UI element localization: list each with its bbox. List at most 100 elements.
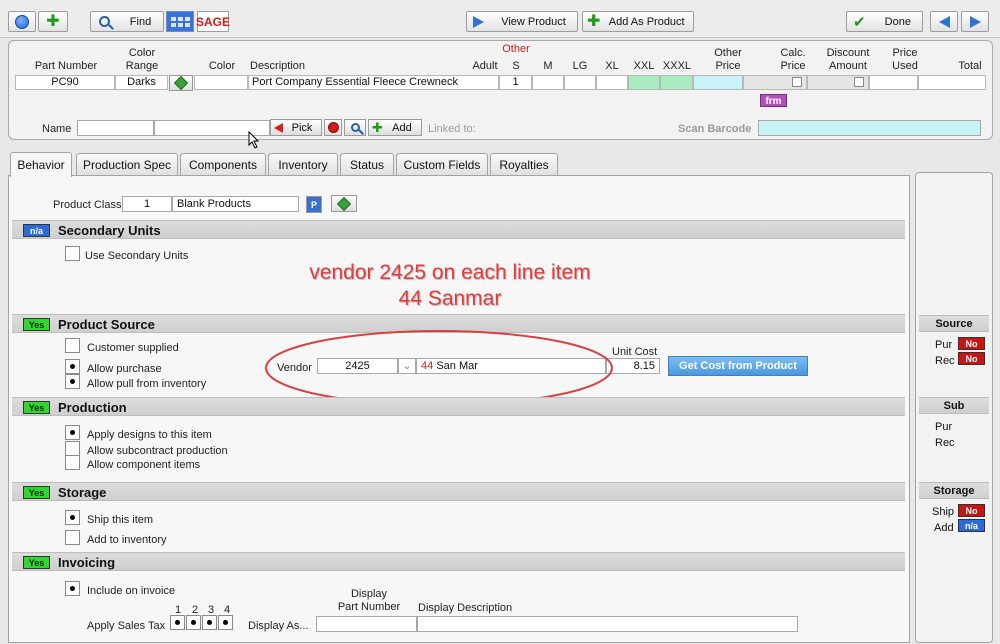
plus-icon: ✚ [46,12,60,30]
size-xxl-field[interactable] [628,75,660,90]
tab-components[interactable]: Components [180,153,266,175]
discount-amount-field[interactable] [807,75,869,90]
allow-subcontract-checkbox[interactable] [65,441,80,456]
allow-purchase-checkbox[interactable] [65,359,80,374]
header-other-price: Other Price [714,47,742,72]
size-m-field[interactable] [532,75,564,90]
side-storage-ship-badge[interactable]: No [958,504,985,517]
production-title: Production [58,400,127,415]
product-class-name-field[interactable]: Blank Products [172,196,299,212]
allow-component-checkbox[interactable] [65,455,80,470]
header-s: S [512,60,520,72]
display-part-number-field[interactable] [316,616,417,632]
add-as-product-button[interactable]: ✚ Add As Product [582,11,694,32]
cursor-shape [248,131,260,149]
production-section: Yes Production [12,397,905,416]
find-button[interactable]: Find [90,11,164,32]
side-source-rec-badge[interactable]: No [958,352,985,365]
allow-purchase-label: Allow purchase [87,363,162,375]
side-storage-ship-label: Ship [932,506,955,518]
view-product-button[interactable]: View Product [466,11,578,32]
get-cost-from-product-button[interactable]: Get Cost from Product [668,356,808,376]
size-s-field[interactable]: 1 [499,75,532,90]
part-number-field[interactable]: PC90 [15,75,115,90]
arrow-left-icon [274,122,283,133]
side-source-pur-badge[interactable]: No [958,337,985,350]
tab-production-spec[interactable]: Production Spec [76,153,178,175]
add-label: Add [392,121,412,134]
arrow-left-icon [938,15,950,28]
display-as-label: Display As... [248,620,309,632]
pick-label: Pick [291,121,313,134]
size-lg-field[interactable] [564,75,596,90]
secondary-units-status-badge[interactable]: n/a [23,224,50,237]
product-class-p-button[interactable]: P [306,196,322,213]
next-button[interactable] [961,11,989,32]
total-field[interactable] [918,75,986,90]
header-lg: LG [572,60,588,72]
add-to-inventory-checkbox[interactable] [65,530,80,545]
product-class-number-field[interactable]: 1 [122,196,172,212]
pick-button[interactable]: Pick [270,119,322,136]
production-status-badge[interactable]: Yes [23,401,50,414]
tab-custom-fields[interactable]: Custom Fields [396,153,488,175]
done-label: Done [884,15,911,28]
clear-button[interactable] [324,119,342,136]
header-part-number: Part Number [34,60,98,72]
display-part-number-label: Display Part Number [337,588,401,613]
grid-view-button[interactable] [166,11,194,32]
annotation-line-1: vendor 2425 on each line item [309,261,591,284]
side-sub-pur-label: Pur [935,421,953,433]
size-xxxl-field[interactable] [660,75,693,90]
display-description-field[interactable] [417,616,798,632]
cube-icon [336,196,352,211]
scan-barcode-label: Scan Barcode [678,123,752,135]
tab-royalties[interactable]: Royalties [490,153,558,175]
product-source-status-badge[interactable]: Yes [23,318,50,331]
allow-pull-inventory-checkbox[interactable] [65,374,80,389]
sales-tax-2-checkbox[interactable] [186,615,201,630]
description-field[interactable]: Port Company Essential Fleece Crewneck [248,75,499,90]
annotation-line-2: 44 Sanmar [398,287,502,310]
invoicing-status-badge[interactable]: Yes [23,556,50,569]
header-description: Description [250,60,306,72]
tab-inventory[interactable]: Inventory [268,153,338,175]
sales-tax-3-checkbox[interactable] [202,615,217,630]
add-name-button[interactable]: ✚ Add [368,119,422,136]
add-new-button[interactable]: ✚ [38,11,68,32]
tab-behavior[interactable]: Behavior [10,152,72,177]
invoicing-section: Yes Invoicing [12,552,905,571]
annotation-ellipse-shape [265,330,613,406]
storage-status-badge[interactable]: Yes [23,486,50,499]
side-storage-add-badge[interactable]: n/a [958,519,985,532]
calc-price-checkbox[interactable] [792,77,802,87]
ship-item-checkbox[interactable] [65,510,80,525]
previous-button[interactable] [930,11,958,32]
done-button[interactable]: ✔ Done [846,11,923,32]
discount-checkbox[interactable] [854,77,864,87]
include-on-invoice-checkbox[interactable] [65,581,80,596]
use-secondary-units-checkbox[interactable] [65,246,80,261]
invoicing-title: Invoicing [58,555,116,570]
sage-button[interactable]: SAGE [196,11,230,32]
frm-button[interactable]: frm [760,94,787,107]
grid-cell-icon [177,16,183,21]
name-search-button[interactable] [344,119,366,136]
color-range-picker-button[interactable] [169,75,193,91]
apply-designs-checkbox[interactable] [65,425,80,440]
price-used-field[interactable] [869,75,918,90]
customer-supplied-checkbox[interactable] [65,338,80,353]
color-field[interactable] [194,75,248,90]
size-xl-field[interactable] [596,75,628,90]
sales-tax-4-checkbox[interactable] [218,615,233,630]
circle-button[interactable] [8,11,36,32]
sales-tax-1-checkbox[interactable] [170,615,185,630]
tab-status[interactable]: Status [340,153,394,175]
name-field[interactable] [77,120,154,136]
product-class-picker-button[interactable] [331,195,357,212]
color-range-field[interactable]: Darks [115,75,168,90]
scan-barcode-field[interactable] [758,120,981,136]
side-sub-title: Sub [919,397,989,414]
other-price-field[interactable] [693,75,743,90]
calc-price-field[interactable] [743,75,807,90]
